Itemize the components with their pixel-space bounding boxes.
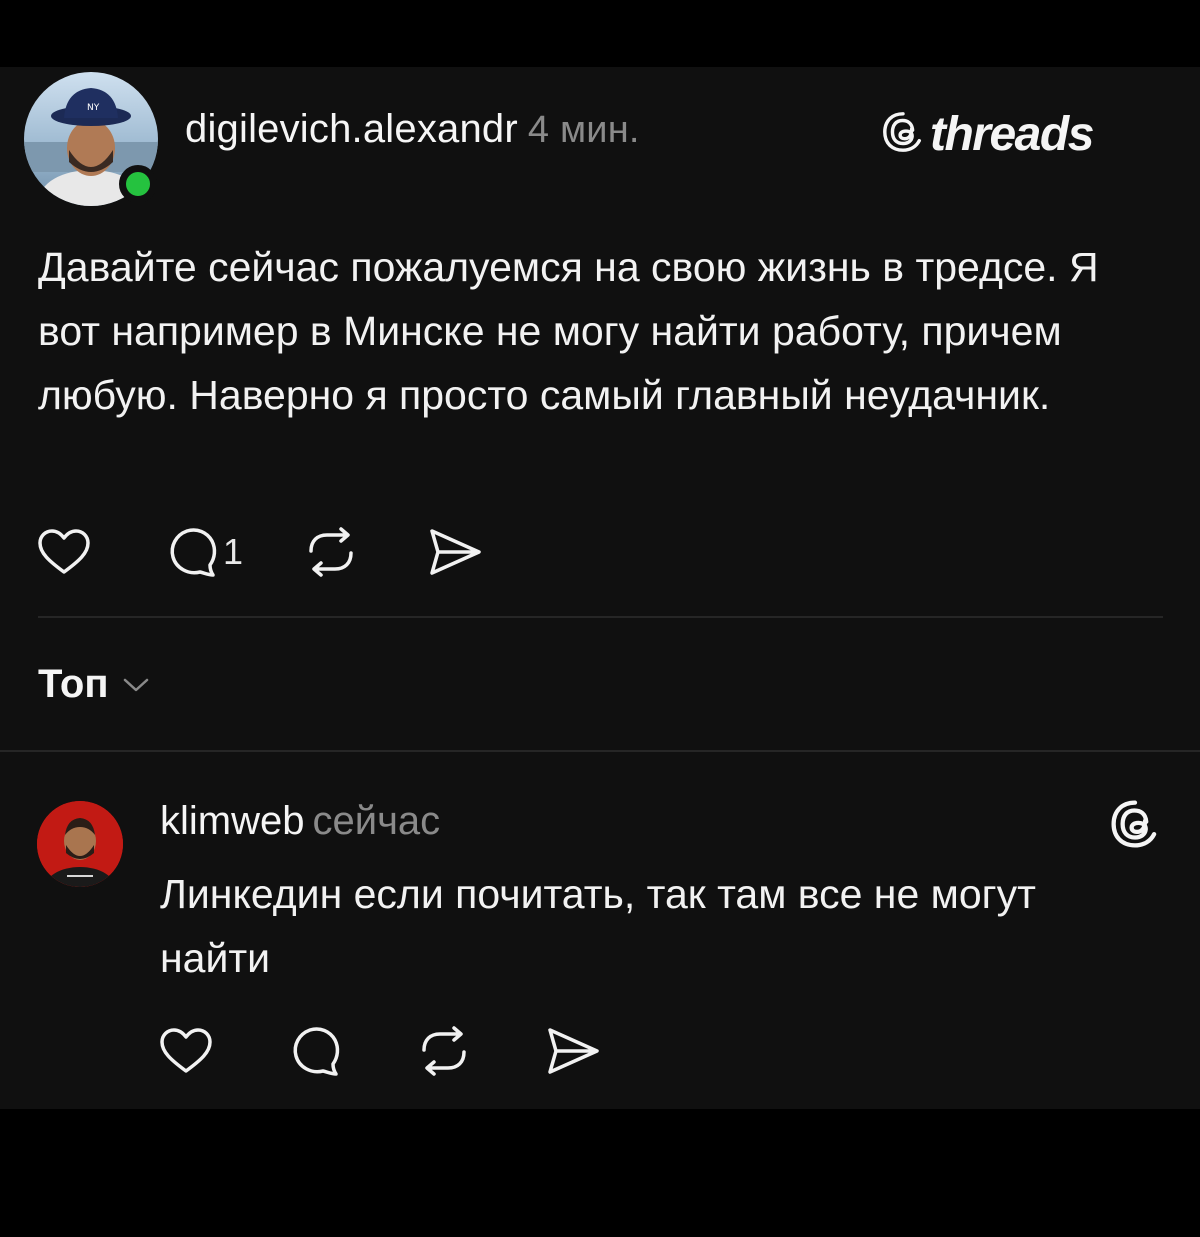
reply-comment-button[interactable] (288, 1024, 342, 1078)
post-actions: 1 (36, 525, 483, 579)
threads-logo-icon (880, 109, 926, 160)
repost-icon (422, 1026, 466, 1076)
like-button[interactable] (36, 527, 92, 577)
reply-share-button[interactable] (545, 1026, 601, 1076)
threads-wordmark: threads (930, 108, 1094, 161)
repost-button[interactable] (303, 527, 359, 577)
share-button[interactable] (427, 527, 483, 577)
post-timestamp: 4 мин. (527, 109, 640, 151)
section-divider (0, 750, 1200, 752)
online-status-dot (119, 165, 157, 203)
reply-count: 1 (223, 531, 244, 572)
comment-button[interactable]: 1 (165, 525, 243, 579)
reply-like-button[interactable] (158, 1026, 214, 1076)
threads-brand: threads (880, 107, 1094, 162)
like-icon (160, 1028, 212, 1073)
reply-author-line: klimweb сейчас (160, 799, 440, 844)
repost-icon (309, 527, 353, 577)
reply-repost-button[interactable] (416, 1026, 472, 1076)
post-body: Давайте сейчас пожалуемся на свою жизнь … (38, 244, 1099, 418)
reply-actions (158, 1024, 601, 1078)
comment-icon (170, 528, 217, 577)
like-icon (38, 529, 90, 574)
svg-text:NY: NY (87, 103, 100, 113)
sort-label: Топ (38, 662, 109, 706)
threads-logo-icon (1108, 797, 1162, 856)
reply-timestamp: сейчас (312, 799, 441, 843)
share-icon (430, 529, 481, 575)
reply-author-avatar[interactable] (37, 801, 123, 887)
reply-body: Линкедин если почитать, так там все не м… (160, 871, 1036, 981)
reply-author-name[interactable]: klimweb (160, 799, 304, 843)
thread-card: NY digilevich.alexandr 4 мин. threads Дав… (0, 67, 1200, 1109)
chevron-down-icon (123, 678, 148, 691)
post-author-name[interactable]: digilevich.alexandr (185, 107, 518, 151)
sort-dropdown[interactable]: Топ (38, 662, 149, 707)
comment-icon (293, 1027, 340, 1076)
post-author-line: digilevich.alexandr 4 мин. (185, 107, 640, 152)
divider (38, 616, 1163, 618)
share-icon (548, 1028, 599, 1074)
